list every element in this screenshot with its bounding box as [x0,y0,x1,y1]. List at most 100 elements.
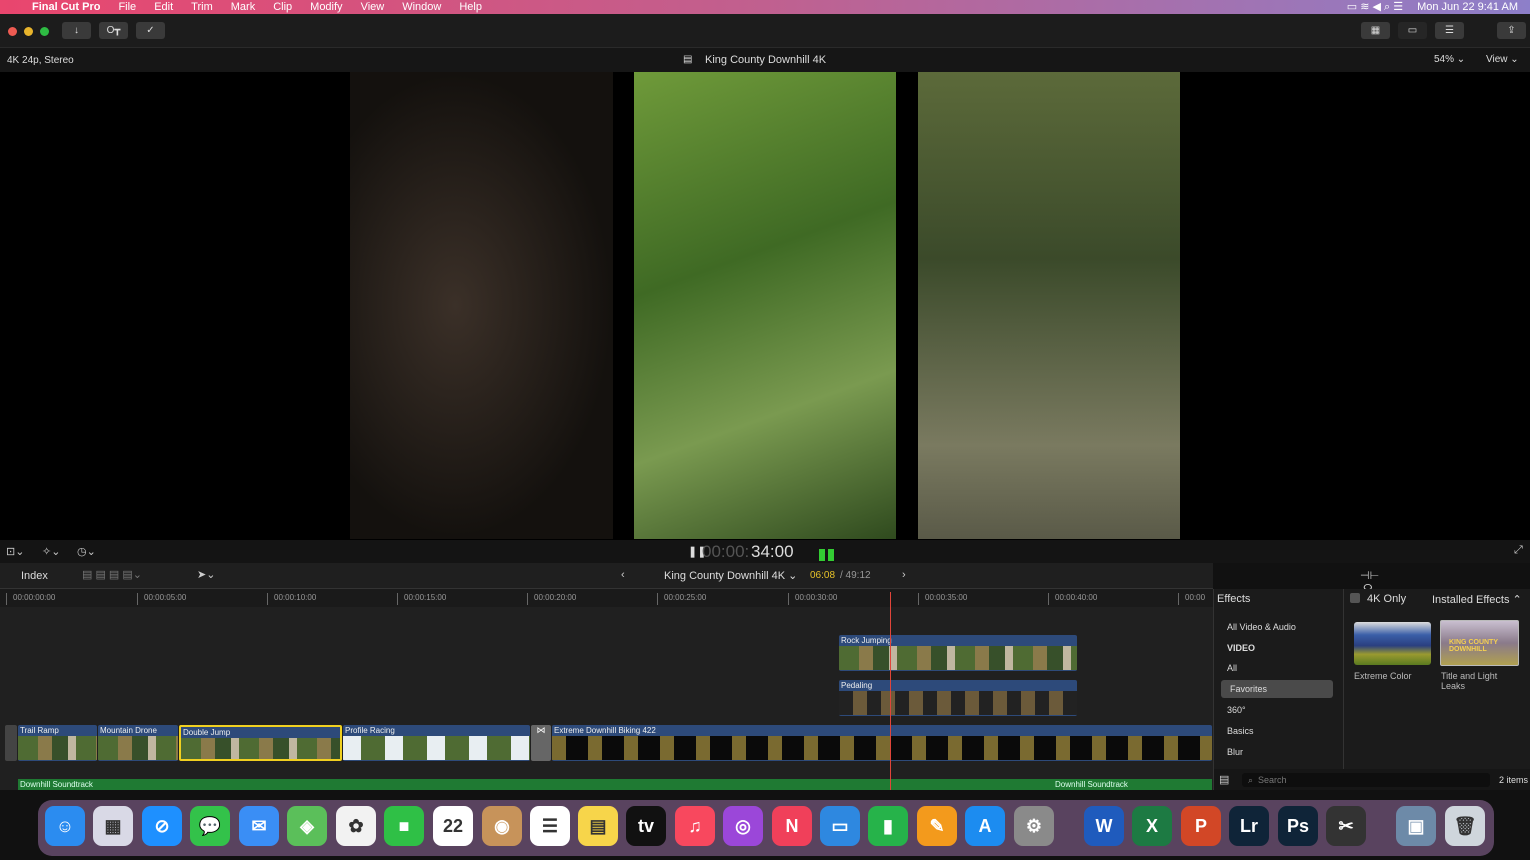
audio-clip[interactable]: Downhill Soundtrack Downhill Soundtrack [18,779,1212,790]
edit-buttons[interactable]: ▤ ▤ ▤ ▤⌄ [82,568,142,581]
4k-only-checkbox[interactable] [1350,593,1360,603]
timeline-start-handle[interactable] [5,725,17,761]
category-360[interactable]: 360° [1221,701,1333,719]
clip-rock-jumping[interactable]: Rock Jumping [839,635,1077,671]
timeline-toggle-icon[interactable]: ▭ [1398,22,1427,39]
viewer-controls: ⊡⌄ ✧⌄ ◷⌄ ❚❚ 00:00: 34:00 ⤢ [0,540,1530,563]
audio-label: Downhill Soundtrack [20,780,93,789]
menu-modify[interactable]: Modify [310,1,342,13]
clip-profile-racing[interactable]: Profile Racing [343,725,530,761]
dock-system-preferences-icon[interactable]: ⚙ [1014,806,1054,846]
dock-trash-icon[interactable]: 🗑 [1445,806,1485,846]
clip-extreme-downhill[interactable]: Extreme Downhill Biking 422 [552,725,1212,761]
audio-meter-right [828,549,834,561]
dock-excel-icon[interactable]: X [1132,806,1172,846]
extreme-color-thumbnail[interactable] [1354,622,1431,665]
category-blur[interactable]: Blur [1221,743,1333,761]
installed-effects-dropdown[interactable]: Installed Effects ⌃ [1432,593,1522,606]
dock-mail-icon[interactable]: ✉ [239,806,279,846]
dock-launchpad-icon[interactable]: ▦ [93,806,133,846]
background-tasks-icon[interactable]: ✓ [136,22,165,39]
dock-maps-icon[interactable]: ◈ [287,806,327,846]
project-name: King County Downhill 4K [664,570,786,582]
clip-thumbnails [18,736,97,760]
zoom-button[interactable] [40,27,49,36]
dock-news-icon[interactable]: N [772,806,812,846]
zoom-dropdown[interactable]: 54% ⌄ [1434,54,1465,65]
menu-mark[interactable]: Mark [231,1,255,13]
viewer-canvas[interactable] [0,72,1530,540]
clip-mountain-drone[interactable]: Mountain Drone [98,725,178,761]
dock-music-icon[interactable]: ♫ [675,806,715,846]
menu-view[interactable]: View [361,1,385,13]
timecode-dim: 00:00: [702,542,750,561]
sidebar-toggle-icon[interactable]: ▤ [1219,773,1229,786]
category-basics[interactable]: Basics [1221,722,1333,740]
dock-final-cut-pro-icon[interactable]: ✂ [1326,806,1366,846]
dock-keynote-icon[interactable]: ▭ [820,806,860,846]
menu-clip[interactable]: Clip [273,1,292,13]
search-placeholder: Search [1258,775,1287,785]
enhance-icon[interactable]: ✧⌄ [42,545,60,558]
menu-edit[interactable]: Edit [154,1,173,13]
dock-numbers-icon[interactable]: ▮ [868,806,908,846]
status-icons[interactable]: ▭ ≋ ◀ ⌕ ☰ [1347,0,1403,14]
duration: / 49:12 [840,570,871,581]
thumbnail-text: KING COUNTY DOWNHILL [1449,639,1498,653]
dock-preview-icon[interactable]: ▣ [1396,806,1436,846]
transform-icon[interactable]: ⊡⌄ [6,545,24,558]
dock-photoshop-icon[interactable]: Ps [1278,806,1318,846]
title-light-leaks-thumbnail[interactable]: KING COUNTY DOWNHILL [1440,620,1519,666]
category-all-video-audio[interactable]: All Video & Audio [1221,618,1333,636]
timeline-ruler[interactable]: 00:00:00:00 00:00:05:00 00:00:10:00 00:0… [0,589,1213,607]
dock-contacts-icon[interactable]: ◉ [482,806,522,846]
inspector-toggle-icon[interactable]: ☰ [1435,22,1464,39]
dock-facetime-icon[interactable]: ■ [384,806,424,846]
playhead[interactable] [890,592,891,790]
menu-app[interactable]: Final Cut Pro [32,1,100,13]
dock-messages-icon[interactable]: 💬 [190,806,230,846]
select-tool-icon[interactable]: ➤⌄ [197,568,215,581]
dock-pages-icon[interactable]: ✎ [917,806,957,846]
forward-arrow-icon[interactable]: › [902,569,906,581]
menu-trim[interactable]: Trim [191,1,213,13]
dock-photos-icon[interactable]: ✿ [336,806,376,846]
clip-label: Rock Jumping [841,636,892,645]
back-arrow-icon[interactable]: ‹ [621,569,625,581]
transition-icon[interactable]: ⋈ [531,725,551,761]
dock-podcasts-icon[interactable]: ◎ [723,806,763,846]
dock-calendar-icon[interactable]: 22 [433,806,473,846]
clip-trail-ramp[interactable]: Trail Ramp [18,725,97,761]
dock-notes-icon[interactable]: ▤ [578,806,618,846]
dock-tv-icon[interactable]: tv [626,806,666,846]
keywords-icon[interactable]: O┳ [99,22,128,39]
menu-window[interactable]: Window [402,1,441,13]
menu-file[interactable]: File [118,1,136,13]
format-label: 4K 24p, Stereo [7,55,74,66]
import-icon[interactable]: ↓ [62,22,91,39]
category-favorites[interactable]: Favorites [1221,680,1333,698]
close-button[interactable] [8,27,17,36]
dock-word-icon[interactable]: W [1084,806,1124,846]
view-dropdown[interactable]: View ⌄ [1486,54,1519,65]
dock-safari-icon[interactable]: ⊘ [142,806,182,846]
index-button[interactable]: Index [21,570,48,582]
browser-toggle-icon[interactable]: ▦ [1361,22,1390,39]
minimize-button[interactable] [24,27,33,36]
dock-powerpoint-icon[interactable]: P [1181,806,1221,846]
menu-help[interactable]: Help [459,1,482,13]
dock-app-store-icon[interactable]: A [965,806,1005,846]
timeline-area[interactable]: Rock Jumping Pedaling Trail Ramp Mountai… [0,607,1213,790]
retime-icon[interactable]: ◷⌄ [77,545,96,558]
clip-pedaling[interactable]: Pedaling [839,680,1077,716]
fullscreen-icon[interactable]: ⤢ [1514,544,1523,557]
dock-lightroom-icon[interactable]: Lr [1229,806,1269,846]
dock-reminders-icon[interactable]: ☰ [530,806,570,846]
share-icon[interactable]: ⇪ [1497,22,1526,39]
project-dropdown[interactable]: King County Downhill 4K ⌄ [664,569,797,582]
clip-double-jump[interactable]: Double Jump [179,725,342,761]
menu-clock[interactable]: Mon Jun 22 9:41 AM [1417,1,1518,13]
dock-finder-icon[interactable]: ☺ [45,806,85,846]
search-input[interactable]: ⌕ Search [1242,773,1490,787]
category-all[interactable]: All [1221,659,1333,677]
